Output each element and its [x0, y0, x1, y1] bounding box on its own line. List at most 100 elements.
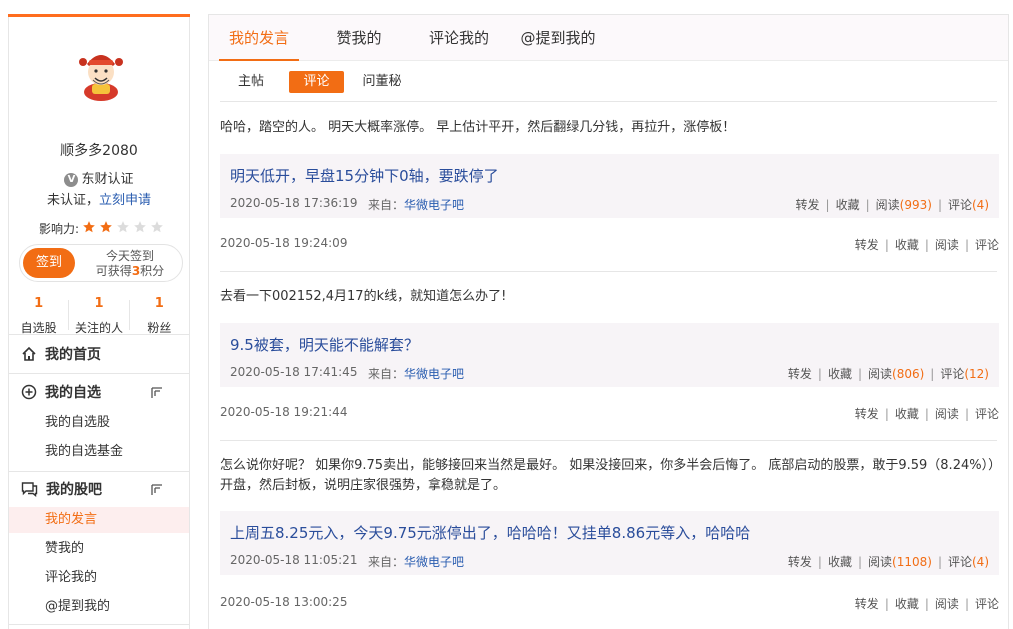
- collapse-icon[interactable]: [151, 484, 163, 496]
- sign-in-box: 签到 今天签到 可获得3积分: [19, 244, 183, 282]
- chat-icon: [21, 482, 38, 497]
- forward-link[interactable]: 转发: [788, 555, 812, 569]
- quoted-post-time: 2020-05-18 17:36:19: [230, 196, 358, 210]
- subtab-main-post[interactable]: 主帖: [231, 71, 271, 93]
- sign-tip-post: 积分: [140, 264, 165, 278]
- quoted-post-source: 来自：华微电子吧: [368, 196, 464, 213]
- apply-verify-link[interactable]: 立刻申请: [99, 193, 151, 208]
- source-link[interactable]: 华微电子吧: [404, 555, 464, 569]
- sign-tip-pre: 可获得: [95, 264, 132, 278]
- post-item: 去看一下002152,4月17的k线，就知道怎么办了! 9.5被套，明天能不能解…: [220, 287, 999, 421]
- tab-commented-me[interactable]: 评论我的: [419, 15, 499, 61]
- star-empty-icon: [134, 221, 146, 233]
- forward-link[interactable]: 转发: [855, 407, 879, 421]
- nav-sub-commented-me[interactable]: 评论我的: [9, 565, 189, 591]
- nav-sub-my-posts[interactable]: 我的发言: [9, 507, 189, 533]
- source-link[interactable]: 华微电子吧: [404, 198, 464, 212]
- read-count: (993): [899, 198, 932, 212]
- tab-liked-me[interactable]: 赞我的: [325, 15, 393, 61]
- comment-link[interactable]: 评论(12): [940, 367, 989, 381]
- star-filled-icon: [83, 221, 95, 233]
- post-item: 怎么说你好呢？ 如果你9.75卖出，能够接回来当然是最好。 如果没接回来，你多半…: [220, 456, 999, 611]
- sub-tabs: 主帖 评论 问董秘: [209, 71, 1008, 93]
- post-text: 去看一下002152,4月17的k线，就知道怎么办了!: [220, 289, 507, 304]
- comment-link[interactable]: 评论: [975, 238, 999, 252]
- influence-label: 影响力:: [39, 222, 80, 236]
- nav-sub-watch-funds[interactable]: 我的自选基金: [9, 439, 189, 465]
- sign-tip-line1: 今天签到: [105, 249, 154, 263]
- sign-tip-points: 3: [131, 264, 141, 278]
- collect-link[interactable]: 收藏: [828, 555, 852, 569]
- quoted-post-actions: 转发 | 收藏 | 阅读(806) | 评论(12): [787, 367, 989, 381]
- nav-my-bar-label: 我的股吧: [46, 482, 102, 498]
- comment-link[interactable]: 评论(4): [948, 555, 989, 569]
- forward-link[interactable]: 转发: [855, 238, 879, 252]
- verify-label: 东财认证: [81, 172, 134, 187]
- username: 顺多多2080: [60, 143, 138, 159]
- read-link[interactable]: 阅读(1108): [868, 555, 932, 569]
- comment-label: 评论: [947, 198, 972, 212]
- source-prefix: 来自：: [368, 198, 405, 212]
- quoted-post-source: 来自：华微电子吧: [368, 365, 464, 382]
- tab-my-posts[interactable]: 我的发言: [219, 15, 299, 61]
- unverified-text: 未认证，: [46, 193, 99, 208]
- divider: [220, 101, 997, 102]
- stat-num: 1: [34, 296, 44, 311]
- read-label: 阅读: [868, 555, 893, 569]
- post-actions: 转发 | 收藏 | 阅读 | 评论: [854, 407, 999, 421]
- stat-watchlist[interactable]: 1 自选股: [9, 296, 68, 336]
- quoted-post-title[interactable]: 上周五8.25元入，今天9.75元涨停出了，哈哈哈！又挂单8.86元等入，哈哈哈: [230, 522, 750, 543]
- quoted-post-time: 2020-05-18 11:05:21: [230, 553, 358, 567]
- comment-link[interactable]: 评论(4): [948, 198, 989, 212]
- nav-sub-watch-stocks[interactable]: 我的自选股: [9, 410, 189, 436]
- nav-my-bar[interactable]: 我的股吧: [9, 471, 189, 507]
- read-link[interactable]: 阅读: [935, 238, 959, 252]
- stat-fans[interactable]: 1 粉丝: [130, 296, 189, 336]
- read-count: (1108): [892, 555, 932, 569]
- post-text: 哈哈，踏空的人。 明天大概率涨停。 早上估计平开，然后翻绿几分钱，再拉升，涨停板…: [220, 120, 736, 135]
- collapse-icon[interactable]: [151, 387, 163, 399]
- nav-sub-liked-me[interactable]: 赞我的: [9, 536, 189, 562]
- comment-link[interactable]: 评论: [975, 407, 999, 421]
- divider: [9, 624, 189, 625]
- quoted-post-title[interactable]: 明天低开，早盘15分钟下0轴，要跌停了: [230, 165, 499, 186]
- subtab-ask-secretary[interactable]: 问董秘: [357, 71, 407, 93]
- source-prefix: 来自：: [368, 367, 405, 381]
- collect-link[interactable]: 收藏: [828, 367, 852, 381]
- collect-link[interactable]: 收藏: [895, 238, 919, 252]
- star-filled-icon: [100, 221, 112, 233]
- source-link[interactable]: 华微电子吧: [404, 367, 464, 381]
- forward-link[interactable]: 转发: [855, 597, 879, 611]
- nav-watchlist[interactable]: 我的自选: [9, 374, 189, 410]
- nav-watchlist-label: 我的自选: [45, 385, 101, 401]
- post-item: 哈哈，踏空的人。 明天大概率涨停。 早上估计平开，然后翻绿几分钱，再拉升，涨停板…: [220, 118, 999, 252]
- tab-mentioned-me[interactable]: @提到我的: [513, 15, 603, 61]
- sign-in-button[interactable]: 签到: [23, 248, 75, 278]
- quoted-post-title[interactable]: 9.5被套，明天能不能解套？: [230, 334, 419, 355]
- stat-following[interactable]: 1 关注的人: [69, 296, 128, 336]
- quoted-post[interactable]: 明天低开，早盘15分钟下0轴，要跌停了 2020-05-18 17:36:19 …: [220, 154, 999, 218]
- subtab-comment[interactable]: 评论: [289, 71, 344, 93]
- read-link[interactable]: 阅读(806): [868, 367, 924, 381]
- read-link[interactable]: 阅读(993): [876, 198, 932, 212]
- read-link[interactable]: 阅读: [935, 597, 959, 611]
- quoted-post[interactable]: 9.5被套，明天能不能解套？ 2020-05-18 17:41:45 来自：华微…: [220, 323, 999, 387]
- divider: [220, 271, 997, 272]
- forward-link[interactable]: 转发: [796, 198, 820, 212]
- quoted-post[interactable]: 上周五8.25元入，今天9.75元涨停出了，哈哈哈！又挂单8.86元等入，哈哈哈…: [220, 511, 999, 575]
- influence-rating: 影响力:: [39, 220, 164, 237]
- nav-home[interactable]: 我的首页: [9, 336, 189, 372]
- comment-count: (12): [964, 367, 989, 381]
- read-count: (806): [892, 367, 925, 381]
- avatar[interactable]: [75, 44, 127, 102]
- nav-sub-mentioned-me[interactable]: @提到我的: [9, 594, 189, 620]
- influence-stars: [79, 220, 164, 237]
- comment-link[interactable]: 评论: [975, 597, 999, 611]
- collect-link[interactable]: 收藏: [895, 597, 919, 611]
- divider: [9, 334, 189, 335]
- read-link[interactable]: 阅读: [935, 407, 959, 421]
- collect-link[interactable]: 收藏: [836, 198, 860, 212]
- verify-apply-row: 未认证，立刻申请: [9, 189, 189, 208]
- forward-link[interactable]: 转发: [788, 367, 812, 381]
- collect-link[interactable]: 收藏: [895, 407, 919, 421]
